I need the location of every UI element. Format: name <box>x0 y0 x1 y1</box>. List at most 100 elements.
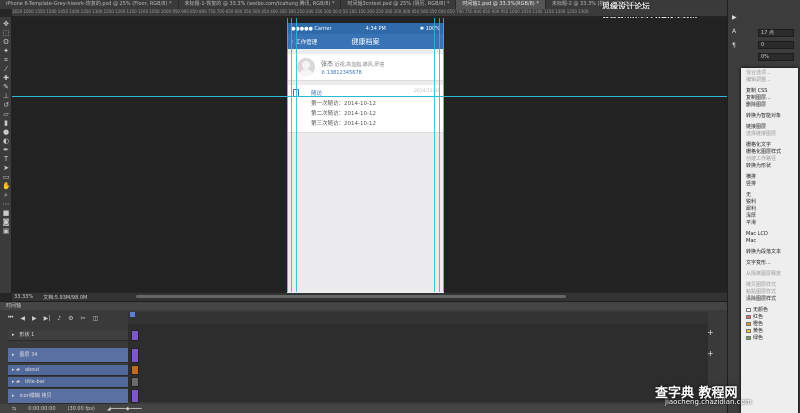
clone-stamp-icon[interactable]: ⊥ <box>2 92 10 100</box>
menu-item[interactable]: 复制图层... <box>741 95 798 102</box>
character-icon[interactable]: A <box>732 28 736 35</box>
zoom-level[interactable]: 33.33% <box>14 294 33 300</box>
quick-mask-icon[interactable]: ◙ <box>2 218 10 226</box>
timeline-layer[interactable]: ▸ ▰ title-bar <box>8 377 128 388</box>
guide-vertical[interactable] <box>439 18 440 292</box>
menu-item[interactable]: 清除图层样式 <box>741 296 798 303</box>
settings-gear-icon[interactable]: ⚙ <box>68 315 73 322</box>
timeline-layer[interactable]: ▸ icon模糊 拷贝 <box>8 389 128 404</box>
menu-item[interactable]: 锐利 <box>741 199 798 206</box>
leading-field[interactable]: 0 <box>758 41 794 49</box>
layer-clip[interactable] <box>131 365 139 375</box>
dodge-tool-icon[interactable]: ◐ <box>2 137 10 145</box>
menu-item[interactable]: 犀利 <box>741 206 798 213</box>
menu-item[interactable]: 绿色 <box>741 335 798 342</box>
visit-card[interactable]: 随访 2014/11/26 第一次随访：2014-10-12 第二次随访：201… <box>287 85 444 133</box>
menu-item[interactable]: 平滑 <box>741 220 798 227</box>
expand-arrow-icon[interactable]: ▸ <box>12 348 15 362</box>
timeline-ruler[interactable] <box>128 312 708 324</box>
move-tool-icon[interactable]: ✥ <box>2 20 10 28</box>
doc-tab-active[interactable]: 时间轴1.psd @ 33.3%(RGB/8) * <box>456 0 546 9</box>
timeline-tracks[interactable] <box>128 324 708 402</box>
profile-card[interactable]: 张杰 近视,高血脂,痛风,肝癌 ✆ 13812345678 <box>287 54 444 81</box>
menu-item[interactable]: Mac <box>741 238 798 245</box>
horizontal-scrollbar[interactable] <box>136 295 566 298</box>
timeline-layer[interactable]: ▸ 形状 1 <box>8 330 128 341</box>
split-icon[interactable]: ✂ <box>81 315 86 322</box>
path-select-icon[interactable]: ➤ <box>2 164 10 172</box>
menu-item[interactable]: 竖排 <box>741 181 798 188</box>
menu-item[interactable]: 无 <box>741 192 798 199</box>
marquee-tool-icon[interactable]: ⬚ <box>2 29 10 37</box>
blur-tool-icon[interactable]: ● <box>2 128 10 136</box>
menu-item[interactable]: 转换为段落文本 <box>741 249 798 256</box>
first-frame-icon[interactable]: ⏮ <box>8 314 13 322</box>
menu-item[interactable]: 复制 CSS <box>741 88 798 95</box>
menu-item[interactable]: 文字变形... <box>741 260 798 267</box>
guide-vertical[interactable] <box>434 18 435 292</box>
zoom-tool-icon[interactable]: ⌕ <box>2 191 10 199</box>
menu-item[interactable]: 转换为形状 <box>741 163 798 170</box>
layer-clip[interactable] <box>131 377 139 387</box>
menu-item[interactable]: 浑厚 <box>741 213 798 220</box>
doc-tab[interactable]: 时间轴3cntest.psd @ 25% (阴历, RGB/8) * <box>341 0 457 9</box>
hand-tool-icon[interactable]: ✋ <box>2 182 11 190</box>
paragraph-icon[interactable]: ¶ <box>732 42 736 49</box>
menu-item[interactable]: Mac LCD <box>741 231 798 238</box>
history-brush-icon[interactable]: ↺ <box>2 101 10 109</box>
history-icon[interactable]: ▶ <box>732 14 737 21</box>
lasso-tool-icon[interactable]: ʘ <box>2 38 10 46</box>
shape-tool-icon[interactable]: ▭ <box>2 173 10 181</box>
expand-arrow-icon[interactable]: ▸ <box>12 389 15 403</box>
add-media-icon[interactable]: + <box>707 328 714 337</box>
magic-wand-icon[interactable]: ✦ <box>2 47 10 55</box>
doc-tab[interactable]: iPhone 6-Template-Grey-hiwork-恢复的.psd @ … <box>0 0 179 9</box>
eyedropper-icon[interactable]: ⁄ <box>2 65 10 73</box>
menu-item[interactable]: 转换为智能对象 <box>741 113 798 120</box>
guide-vertical[interactable] <box>291 18 292 292</box>
guide-vertical[interactable] <box>443 18 444 292</box>
layer-clip[interactable] <box>131 389 139 403</box>
guide-vertical[interactable] <box>287 18 288 292</box>
menu-item[interactable]: 横排 <box>741 174 798 181</box>
transition-icon[interactable]: ◫ <box>93 315 99 322</box>
play-icon[interactable]: ▶ <box>32 315 37 322</box>
next-frame-icon[interactable]: ▶| <box>44 315 51 322</box>
audio-icon[interactable]: ♪ <box>57 315 61 322</box>
menu-item[interactable]: 黄色 <box>741 328 798 335</box>
menu-item[interactable]: 栅格化文字 <box>741 142 798 149</box>
crop-tool-icon[interactable]: ⌗ <box>2 56 10 64</box>
pen-tool-icon[interactable]: ✒ <box>2 146 10 154</box>
menu-item[interactable]: 栅格化图层样式 <box>741 149 798 156</box>
tracking-field[interactable]: 0% <box>758 53 794 61</box>
menu-item[interactable]: 橙色 <box>741 321 798 328</box>
screen-mode-icon[interactable]: ▣ <box>2 227 10 235</box>
horizontal-ruler[interactable]: 1650 1600 1550 1500 1450 1400 1350 1300 … <box>12 9 727 17</box>
font-size-field[interactable]: 17 点 <box>758 29 794 37</box>
layer-clip[interactable] <box>131 348 139 363</box>
expand-arrow-icon[interactable]: ▸ <box>12 330 15 340</box>
menu-item[interactable]: 链接图层 <box>741 124 798 131</box>
add-media-icon[interactable]: + <box>707 349 714 358</box>
gradient-tool-icon[interactable]: ▮ <box>2 119 10 127</box>
doc-size[interactable]: 文档:5.93M/98.0M <box>43 294 87 301</box>
timeline-layer[interactable]: ▸ ▰ about <box>8 365 128 376</box>
healing-brush-icon[interactable]: ✚ <box>2 74 10 82</box>
type-tool-icon[interactable]: T <box>2 155 10 163</box>
patient-phone[interactable]: ✆ 13812345678 <box>321 70 384 76</box>
playhead[interactable] <box>130 312 135 317</box>
menu-item[interactable]: 无颜色 <box>741 307 798 314</box>
guide-horizontal[interactable] <box>12 96 727 97</box>
foreground-color-icon[interactable]: ■ <box>2 209 10 217</box>
layer-clip[interactable] <box>131 330 139 341</box>
menu-item[interactable]: 删除图层 <box>741 102 798 109</box>
convert-frame-icon[interactable]: ⇆ <box>12 406 16 412</box>
menu-item[interactable]: 红色 <box>741 314 798 321</box>
prev-frame-icon[interactable]: ◀ <box>20 315 25 322</box>
guide-vertical[interactable] <box>296 18 297 292</box>
eraser-icon[interactable]: ▱ <box>2 110 10 118</box>
more-tools-icon[interactable]: ⋯ <box>2 200 10 208</box>
brush-tool-icon[interactable]: ✎ <box>2 83 10 91</box>
zoom-slider[interactable]: ◢━━━━━◆━━━━ <box>107 406 142 412</box>
doc-tab[interactable]: 未标题-1-恢复的 @ 33.3% (weibo.com/tcahung 腾讯,… <box>179 0 342 9</box>
